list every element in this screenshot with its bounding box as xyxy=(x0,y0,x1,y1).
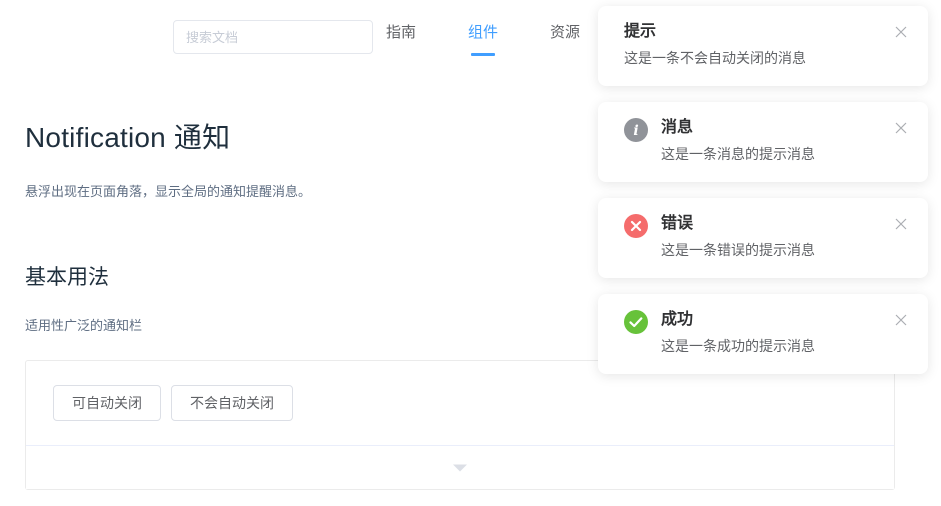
notification-title: 错误 xyxy=(661,215,694,232)
notification-title: 消息 xyxy=(661,119,694,136)
no-auto-close-button[interactable]: 不会自动关闭 xyxy=(171,385,293,421)
close-icon[interactable] xyxy=(893,312,909,328)
demo-block: 可自动关闭 不会自动关闭 xyxy=(25,360,895,490)
nav-item-label: 资源 xyxy=(550,24,581,41)
nav-item-guide[interactable]: 指南 xyxy=(386,22,416,56)
active-tab-underline xyxy=(471,53,496,56)
error-icon xyxy=(624,214,648,238)
notification-item[interactable]: 成功 这是一条成功的提示消息 xyxy=(598,294,928,374)
nav-item-label: 指南 xyxy=(386,24,417,41)
nav-item-components[interactable]: 组件 xyxy=(468,22,498,56)
auto-close-button[interactable]: 可自动关闭 xyxy=(53,385,161,421)
success-icon xyxy=(624,310,648,334)
svg-text:i: i xyxy=(633,123,638,139)
notification-content: 成功 这是一条成功的提示消息 xyxy=(661,308,902,358)
show-code-toggle[interactable] xyxy=(26,445,894,489)
close-icon[interactable] xyxy=(893,216,909,232)
notification-content: 提示 这是一条不会自动关闭的消息 xyxy=(624,20,902,70)
notification-message: 这是一条消息的提示消息 xyxy=(661,146,815,162)
notification-message: 这是一条错误的提示消息 xyxy=(661,242,815,258)
info-icon: i xyxy=(624,118,648,142)
notification-title: 成功 xyxy=(661,311,694,328)
nav-item-label: 组件 xyxy=(468,24,499,41)
notification-title: 提示 xyxy=(624,23,657,40)
notification-item[interactable]: 提示 这是一条不会自动关闭的消息 xyxy=(598,6,928,86)
search-input[interactable] xyxy=(173,20,373,54)
close-icon[interactable] xyxy=(893,120,909,136)
notification-item[interactable]: i 消息 这是一条消息的提示消息 xyxy=(598,102,928,182)
notification-content: 错误 这是一条错误的提示消息 xyxy=(661,212,902,262)
notification-message: 这是一条不会自动关闭的消息 xyxy=(624,50,806,66)
notification-content: 消息 这是一条消息的提示消息 xyxy=(661,116,902,166)
notification-message: 这是一条成功的提示消息 xyxy=(661,338,815,354)
notification-stack: 提示 这是一条不会自动关闭的消息 i 消息 这是一条消息的提示消息 错误 这是一… xyxy=(598,6,928,374)
close-icon[interactable] xyxy=(893,24,909,40)
main-nav: 指南 组件 资源 xyxy=(386,22,580,56)
chevron-down-icon xyxy=(453,464,467,471)
nav-item-resources[interactable]: 资源 xyxy=(550,22,580,56)
notification-item[interactable]: 错误 这是一条错误的提示消息 xyxy=(598,198,928,278)
